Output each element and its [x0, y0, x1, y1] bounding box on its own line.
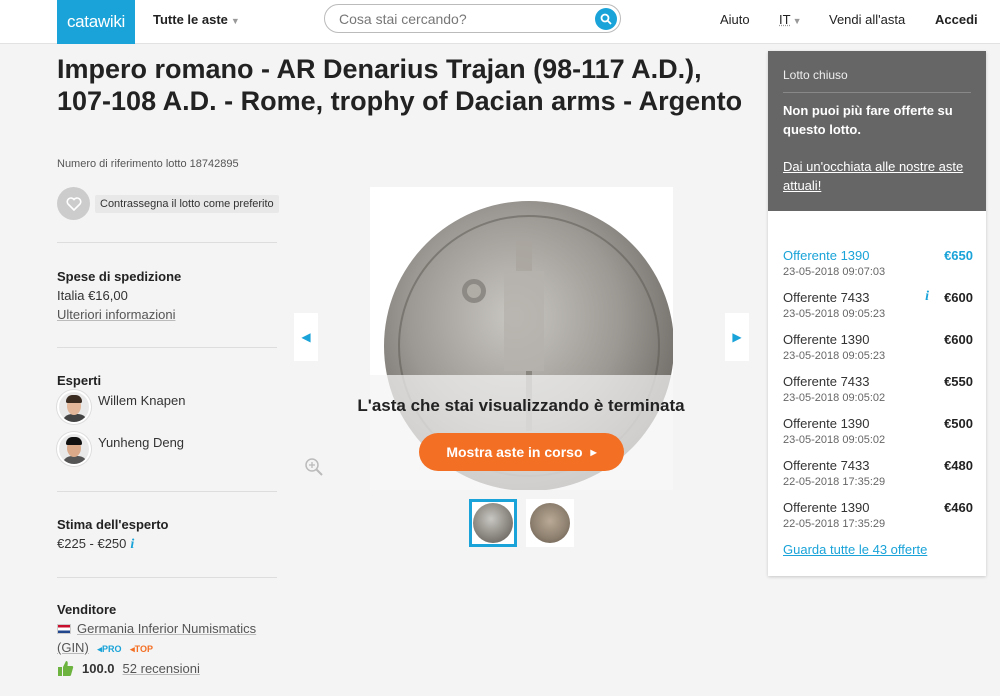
bid-row: Offerente 1390 23-05-2018 09:05:23 €600: [783, 332, 973, 368]
heart-icon: [65, 196, 82, 211]
favorite-toggle[interactable]: Contrassegna il lotto come preferito: [57, 187, 279, 220]
chevron-down-icon: ▼: [230, 16, 240, 26]
seller-code-link[interactable]: (GIN): [57, 640, 89, 655]
arrow-right-icon: ▶: [732, 330, 742, 344]
catawiki-logo[interactable]: catawiki: [57, 0, 135, 44]
seller-name-row-2[interactable]: (GIN) ◂PRO ◂TOP: [57, 640, 153, 655]
seller-score: 100.0: [82, 661, 115, 676]
favorite-button[interactable]: [57, 187, 90, 220]
seller-reviews-link[interactable]: 52 recensioni: [123, 661, 200, 676]
bid-time: 23-05-2018 09:05:23: [783, 308, 886, 320]
estimate-row: €225 - €250 i: [57, 536, 134, 553]
divider: [57, 347, 277, 348]
top-badge: ◂TOP: [130, 644, 153, 654]
all-bids-link[interactable]: Guarda tutte le 43 offerte: [783, 542, 927, 557]
all-auctions-menu[interactable]: Tutte le aste ▼: [153, 12, 240, 27]
lot-closed-message: Non puoi più fare offerte su questo lott…: [783, 103, 953, 137]
shipping-value: Italia €16,00: [57, 288, 128, 303]
play-icon: ▶: [590, 447, 597, 457]
netherlands-flag-icon: [57, 624, 71, 634]
info-icon[interactable]: i: [925, 289, 929, 305]
lot-title: Impero romano - AR Denarius Trajan (98-1…: [57, 54, 743, 116]
gallery-prev-button[interactable]: ◀: [294, 313, 318, 361]
bid-amount: €500: [944, 416, 973, 431]
bid-amount: €600: [944, 332, 973, 347]
expert-name[interactable]: Yunheng Deng: [98, 435, 184, 450]
thumbnail-image: [473, 503, 513, 543]
bid-time: 23-05-2018 09:05:02: [783, 434, 886, 446]
bidder-name: Offerente 7433: [783, 458, 870, 473]
bid-amount: €650: [944, 248, 973, 263]
bid-time: 23-05-2018 09:05:23: [783, 350, 886, 362]
pro-badge: ◂PRO: [97, 644, 122, 654]
bid-time: 23-05-2018 09:07:03: [783, 266, 886, 278]
avatar: [57, 432, 91, 466]
bid-amount: €550: [944, 374, 973, 389]
search-bar: [324, 4, 621, 33]
bidder-name: Offerente 1390: [783, 416, 870, 431]
bidder-name: Offerente 7433: [783, 290, 870, 305]
bidder-name: Offerente 1390: [783, 248, 870, 263]
bid-row: Offerente 1390 23-05-2018 09:07:03 €650: [783, 248, 973, 284]
bid-time: 22-05-2018 17:35:29: [783, 476, 886, 488]
search-icon: [600, 13, 612, 25]
bid-amount: €480: [944, 458, 973, 473]
language-selector[interactable]: IT ▼: [779, 12, 801, 27]
language-label[interactable]: IT: [779, 12, 791, 27]
bid-row: Offerente 7433 22-05-2018 17:35:29 €480: [783, 458, 973, 494]
seller-name-link[interactable]: Germania Inferior Numismatics: [77, 621, 256, 636]
sell-link[interactable]: Vendi all'asta: [829, 12, 905, 27]
zoom-icon[interactable]: [304, 457, 324, 477]
divider: [57, 577, 277, 578]
thumbnail-reverse[interactable]: [469, 499, 517, 547]
expert-item[interactable]: Yunheng Deng: [57, 432, 184, 466]
bidder-name: Offerente 7433: [783, 374, 870, 389]
divider: [783, 92, 971, 93]
bid-amount: €600: [944, 290, 973, 305]
bid-amount: €460: [944, 500, 973, 515]
lot-closed-title: Lotto chiuso: [783, 68, 848, 82]
seller-title: Venditore: [57, 602, 117, 617]
thumbnail-image: [530, 503, 570, 543]
bidder-name: Offerente 1390: [783, 332, 870, 347]
bid-time: 22-05-2018 17:35:29: [783, 518, 886, 530]
seller-name-row[interactable]: Germania Inferior Numismatics: [57, 621, 256, 636]
live-auctions-label[interactable]: Mostra aste in corso: [446, 444, 582, 460]
search-input[interactable]: [339, 11, 589, 27]
estimate-value: €225 - €250: [57, 536, 127, 551]
login-link[interactable]: Accedi: [935, 12, 978, 27]
arrow-left-icon: ◀: [301, 330, 311, 344]
lot-closed-box: Lotto chiuso Non puoi più fare offerte s…: [768, 51, 986, 211]
show-live-auctions-button[interactable]: Mostra aste in corso ▶: [419, 433, 624, 471]
divider: [57, 242, 277, 243]
chevron-down-icon: ▼: [792, 16, 802, 26]
estimate-title: Stima dell'esperto: [57, 517, 169, 532]
search-button[interactable]: [595, 8, 617, 30]
seller-rating-row: 100.0 52 recensioni: [57, 660, 200, 677]
thumbs-up-icon: [58, 661, 74, 676]
lot-reference: Numero di riferimento lotto 18742895: [57, 158, 239, 170]
bid-row: Offerente 7433 23-05-2018 09:05:02 €550: [783, 374, 973, 410]
bid-row: Offerente 1390 23-05-2018 09:05:02 €500: [783, 416, 973, 452]
bid-time: 23-05-2018 09:05:02: [783, 392, 886, 404]
shipping-title: Spese di spedizione: [57, 269, 182, 284]
top-header: catawiki Tutte le aste▼ Aiuto IT▼ Vendi …: [0, 0, 1000, 44]
all-auctions-label[interactable]: Tutte le aste: [153, 12, 228, 27]
divider: [57, 491, 277, 492]
bid-row: Offerente 1390 22-05-2018 17:35:29 €460: [783, 500, 973, 536]
bidder-name: Offerente 1390: [783, 500, 870, 515]
favorite-label[interactable]: Contrassegna il lotto come preferito: [95, 194, 279, 213]
info-icon[interactable]: i: [130, 537, 134, 552]
gallery-next-button[interactable]: ▶: [725, 313, 749, 361]
bid-panel: Lotto chiuso Non puoi più fare offerte s…: [768, 51, 986, 576]
current-auctions-link[interactable]: Dai un'occhiata alle nostre aste attuali…: [783, 157, 978, 195]
shipping-more-link[interactable]: Ulteriori informazioni: [57, 307, 175, 322]
experts-title: Esperti: [57, 373, 102, 388]
help-link[interactable]: Aiuto: [720, 12, 750, 27]
thumbnail-obverse[interactable]: [526, 499, 574, 547]
bid-row: Offerente 7433 23-05-2018 09:05:23 i €60…: [783, 289, 973, 326]
